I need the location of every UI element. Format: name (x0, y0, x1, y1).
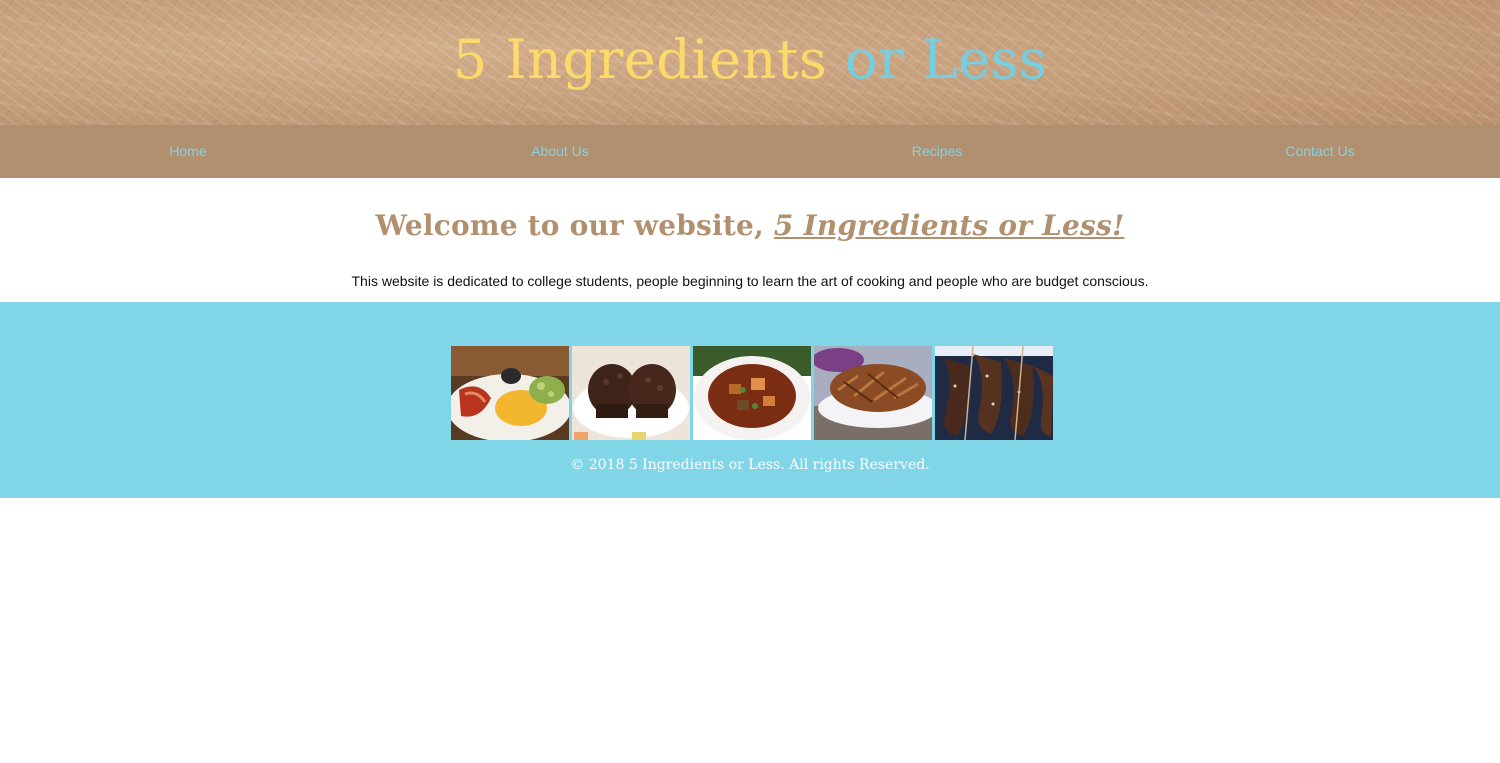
welcome-heading-site-name: 5 Ingredients or Less! (773, 209, 1125, 242)
footer: © 2018 5 Ingredients or Less. All rights… (0, 302, 1500, 498)
beef-stew-photo (693, 346, 811, 440)
pulled-pork-photo (814, 346, 932, 440)
site-title-part2: or Less (844, 28, 1048, 91)
welcome-section: Welcome to our website, 5 Ingredients or… (0, 178, 1500, 302)
photo-gallery (451, 346, 1053, 440)
nav-home-link[interactable]: Home (169, 125, 206, 178)
header-banner: 5 Ingredients or Less (0, 0, 1500, 125)
page-blank-area (0, 498, 1500, 763)
nav-contact-link[interactable]: Contact Us (1285, 125, 1354, 178)
site-title: 5 Ingredients or Less (0, 28, 1500, 92)
site-title-part1: 5 Ingredients (452, 28, 828, 91)
intro-text: This website is dedicated to college stu… (351, 273, 1149, 289)
chocolate-bananas-photo (935, 346, 1053, 440)
welcome-heading: Welcome to our website, 5 Ingredients or… (0, 178, 1500, 246)
welcome-heading-prefix: Welcome to our website, (375, 209, 764, 242)
nav-about-link[interactable]: About Us (531, 125, 589, 178)
copyright-text: © 2018 5 Ingredients or Less. All rights… (570, 457, 930, 473)
bacon-eggs-avocado-photo (451, 346, 569, 440)
nav-recipes-link[interactable]: Recipes (912, 125, 963, 178)
main-navigation: Home About Us Recipes Contact Us (0, 125, 1500, 178)
chocolate-muffins-photo (572, 346, 690, 440)
